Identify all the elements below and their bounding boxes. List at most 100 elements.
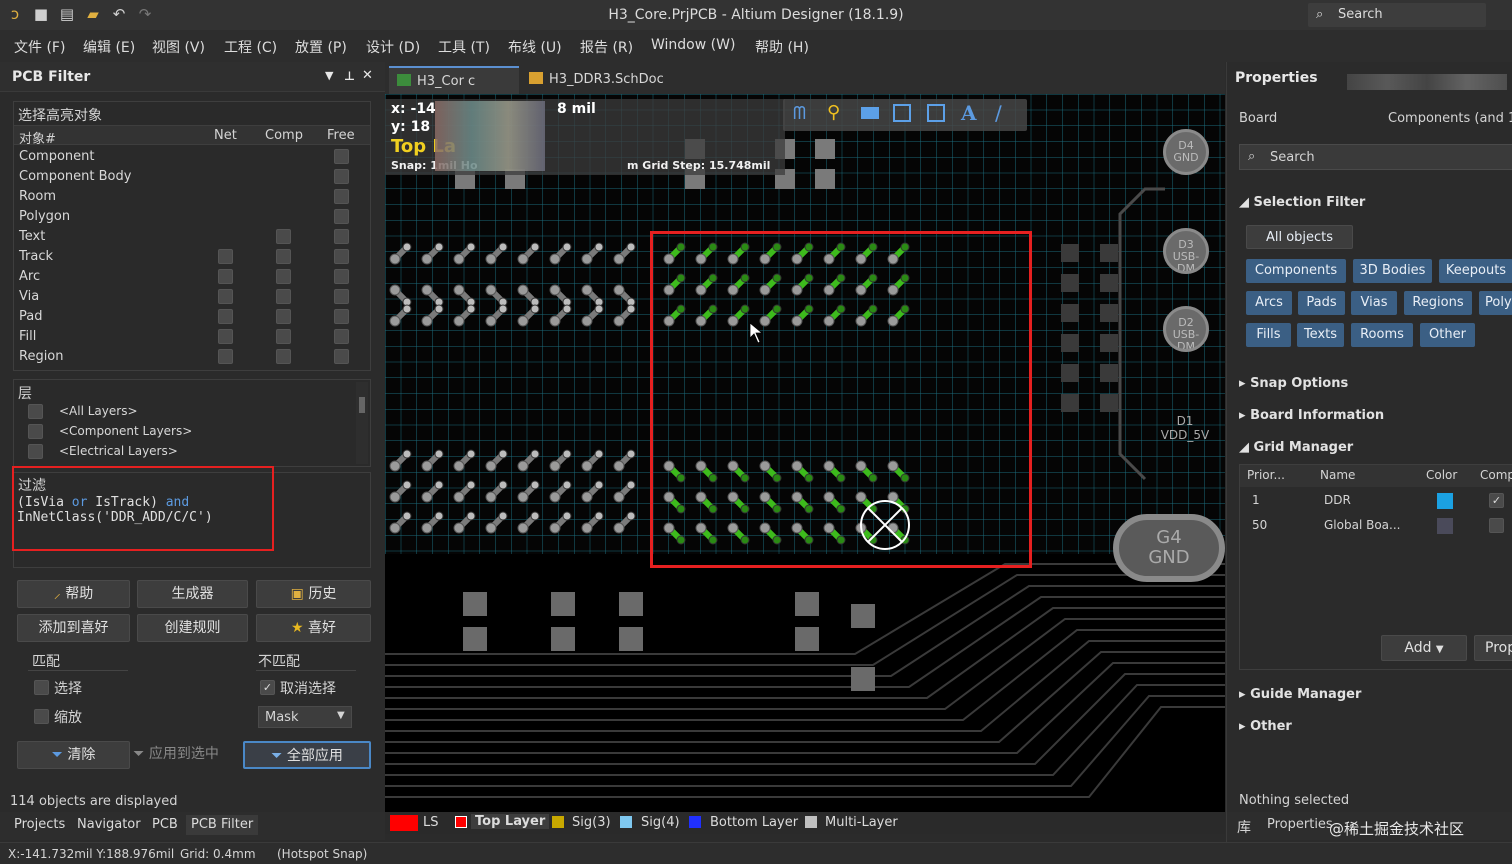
object-row[interactable]: Text [14, 227, 370, 247]
layer-tab-sig3[interactable]: Sig(3) [572, 815, 611, 830]
free-checkbox[interactable] [334, 289, 349, 304]
favorites-button[interactable]: ★ 喜好 [256, 614, 371, 642]
all-objects-button[interactable]: All objects [1246, 225, 1353, 249]
tab-pcb-filter[interactable]: PCB Filter [186, 815, 259, 835]
tab-library[interactable]: 库 [1237, 817, 1251, 837]
net-checkbox[interactable] [218, 269, 233, 284]
menu-view[interactable]: 视图 (V) [152, 37, 205, 57]
layer-tab-multi[interactable]: Multi-Layer [825, 815, 898, 830]
tab-projects[interactable]: Projects [14, 817, 65, 832]
layer-tab-bottom[interactable]: Bottom Layer [710, 815, 798, 830]
select-checkbox[interactable] [34, 680, 49, 695]
layer-row[interactable]: <All Layers> [14, 402, 354, 422]
menu-project[interactable]: 工程 (C) [224, 37, 277, 57]
filter-3d-bodies[interactable]: 3D Bodies [1353, 259, 1432, 283]
filter-polygons[interactable]: Poly [1479, 291, 1512, 315]
deselect-checkbox[interactable]: ✓ [260, 680, 275, 695]
free-checkbox[interactable] [334, 329, 349, 344]
net-checkbox[interactable] [218, 329, 233, 344]
menu-help[interactable]: 帮助 (H) [755, 37, 809, 57]
properties-search[interactable]: ⌕ Search [1239, 144, 1512, 170]
add-grid-button[interactable]: Add ▼ [1381, 635, 1467, 661]
layer-tab-ls[interactable]: LS [423, 815, 439, 830]
menu-place[interactable]: 放置 (P) [295, 37, 347, 57]
col-object[interactable]: 对象# [19, 128, 56, 147]
net-checkbox[interactable] [218, 249, 233, 264]
comp-checkbox[interactable] [276, 329, 291, 344]
global-search[interactable]: ⌕ Search [1308, 3, 1486, 27]
free-checkbox[interactable] [334, 149, 349, 164]
panel-menu-icon[interactable]: ▼ [325, 69, 333, 82]
close-icon[interactable]: ✕ [362, 68, 373, 83]
col-net[interactable]: Net [214, 128, 237, 143]
filter-keepouts[interactable]: Keepouts [1439, 259, 1512, 283]
filter-pads[interactable]: Pads [1298, 291, 1345, 315]
component-d3[interactable]: D3 USB-DM [1163, 228, 1209, 274]
pin-pad-icon[interactable]: ⚲ [827, 102, 840, 123]
free-checkbox[interactable] [334, 209, 349, 224]
apply-all-button[interactable]: ⏷ 全部应用 [243, 741, 371, 769]
object-row[interactable]: Arc [14, 267, 370, 287]
menu-window[interactable]: Window (W) [651, 37, 735, 53]
zoom-checkbox[interactable] [34, 709, 49, 724]
guide-manager-header[interactable]: ▸ Guide Manager [1239, 687, 1361, 702]
object-row[interactable]: Polygon [14, 207, 370, 227]
menu-design[interactable]: 设计 (D) [366, 37, 420, 57]
menu-file[interactable]: 文件 (F) [14, 37, 65, 57]
layer-checkbox[interactable] [28, 424, 43, 439]
clear-button[interactable]: ⏷ 清除 [17, 741, 130, 769]
comp-checkbox[interactable] [276, 229, 291, 244]
menu-route[interactable]: 布线 (U) [508, 37, 562, 57]
layer-row[interactable]: <Electrical Layers> [14, 442, 354, 462]
free-checkbox[interactable] [334, 189, 349, 204]
net-checkbox[interactable] [218, 309, 233, 324]
col-comp[interactable]: Comp [1480, 468, 1512, 482]
component-d1[interactable]: D1 VDD_5V [1155, 414, 1215, 454]
fill-icon[interactable] [861, 107, 879, 119]
comp-checkbox[interactable] [276, 269, 291, 284]
layer-tab-sig4[interactable]: Sig(4) [641, 815, 680, 830]
free-checkbox[interactable] [334, 269, 349, 284]
tab-properties[interactable]: Properties [1267, 817, 1333, 832]
net-checkbox[interactable] [218, 289, 233, 304]
col-comp[interactable]: Comp [265, 128, 303, 143]
filter-regions[interactable]: Regions [1404, 291, 1472, 315]
layer-scrollbar[interactable] [356, 382, 368, 464]
tab-pcb-doc[interactable]: H3_Cor c [389, 66, 519, 94]
route-icon[interactable]: ᗰ [793, 103, 806, 124]
grid-manager-header[interactable]: ◢ Grid Manager [1239, 440, 1353, 455]
object-row[interactable]: Track [14, 247, 370, 267]
filter-fills[interactable]: Fills [1246, 323, 1291, 347]
tab-navigator[interactable]: Navigator [77, 817, 141, 832]
free-checkbox[interactable] [334, 249, 349, 264]
grid-color-swatch[interactable] [1437, 493, 1453, 509]
create-rule-button[interactable]: 创建规则 [137, 614, 248, 642]
object-row[interactable]: Component [14, 147, 370, 167]
tab-pcb[interactable]: PCB [152, 817, 178, 832]
object-row[interactable]: Fill [14, 327, 370, 347]
menu-edit[interactable]: 编辑 (E) [83, 37, 135, 57]
region-icon[interactable] [893, 104, 911, 122]
line-icon[interactable]: ∕ [995, 101, 1002, 125]
grid-color-swatch[interactable] [1437, 518, 1453, 534]
object-row[interactable]: Component Body [14, 167, 370, 187]
comp-checkbox[interactable] [276, 309, 291, 324]
history-button[interactable]: ▣ 历史 [256, 580, 371, 608]
free-checkbox[interactable] [334, 229, 349, 244]
layer-checkbox[interactable] [28, 404, 43, 419]
pin-icon[interactable]: ⊥ [344, 69, 355, 83]
filter-other[interactable]: Other [1420, 323, 1475, 347]
help-button[interactable]: ⸝ 帮助 [17, 580, 130, 608]
filter-rooms[interactable]: Rooms [1351, 323, 1413, 347]
object-row[interactable]: Region [14, 347, 370, 367]
filter-arcs[interactable]: Arcs [1246, 291, 1292, 315]
component-d2[interactable]: D2 USB-DM [1163, 306, 1209, 352]
add-favorite-button[interactable]: 添加到喜好 [17, 614, 130, 642]
comp-checkbox[interactable] [276, 289, 291, 304]
text-icon[interactable]: A [961, 101, 977, 125]
free-checkbox[interactable] [334, 169, 349, 184]
menu-tools[interactable]: 工具 (T) [438, 37, 490, 57]
filter-vias[interactable]: Vias [1351, 291, 1397, 315]
menu-reports[interactable]: 报告 (R) [580, 37, 633, 57]
object-row[interactable]: Via [14, 287, 370, 307]
